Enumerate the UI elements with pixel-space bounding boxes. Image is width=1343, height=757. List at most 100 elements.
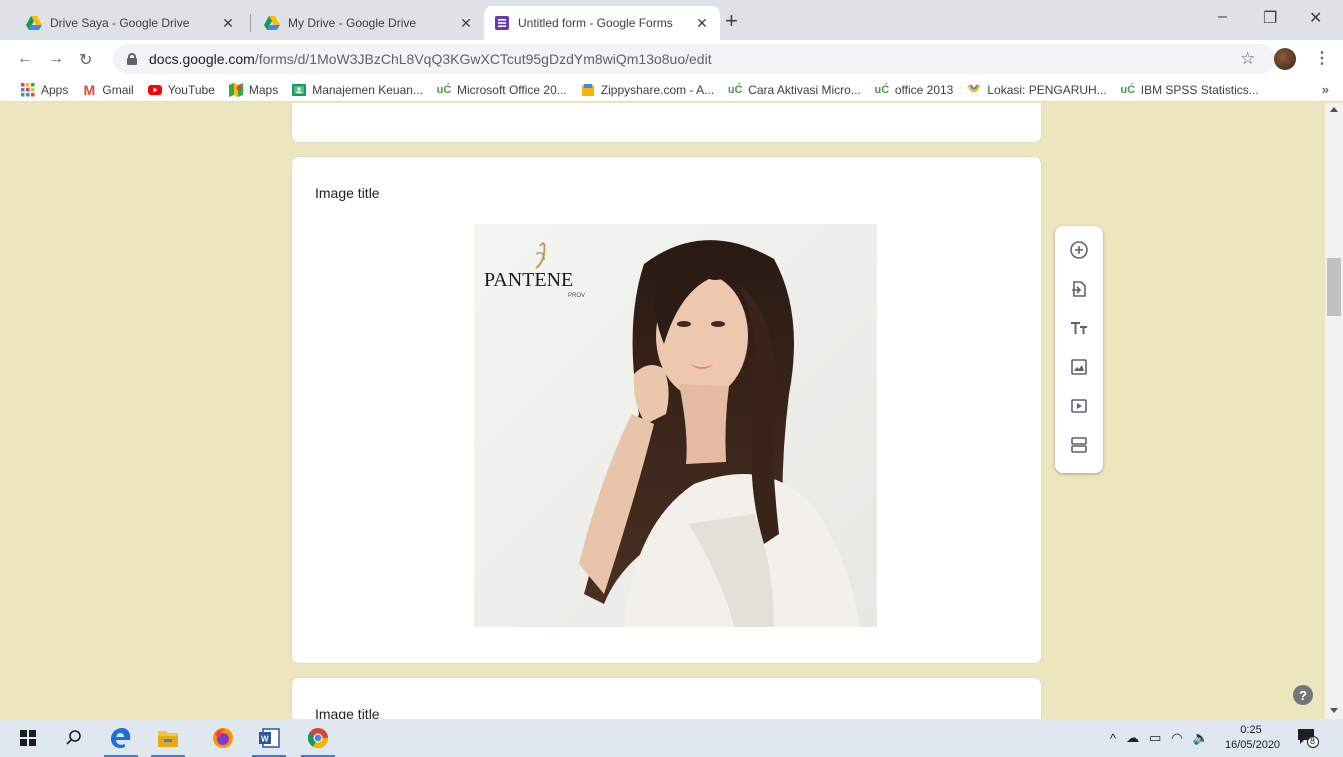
google-drive-icon [26, 16, 42, 30]
scroll-down-arrow[interactable] [1330, 708, 1338, 713]
zippyshare-icon [581, 83, 594, 96]
bookmark-label: Zippyshare.com - A... [600, 82, 715, 97]
browser-toolbar: ← → ↻ docs.google.com/forms/d/1MoW3JBzCh… [0, 40, 1343, 78]
tab-untitled-form[interactable]: Untitled form - Google Forms ✕ [484, 6, 720, 40]
maps-icon [228, 82, 243, 97]
reload-button[interactable]: ↻ [79, 50, 92, 70]
show-hidden-icons-icon[interactable]: ^ [1110, 731, 1116, 746]
word-icon[interactable]: W [256, 725, 282, 751]
uc-icon: uĆ [727, 83, 743, 96]
bookmark-microsoft-office[interactable]: uĆ Microsoft Office 20... [437, 83, 567, 97]
browser-menu-icon[interactable]: ⋮ [1314, 48, 1330, 68]
address-bar[interactable]: docs.google.com/forms/d/1MoW3JBzChL8VqQ3… [113, 44, 1275, 74]
windows-start-icon[interactable] [15, 725, 41, 751]
image-item-title[interactable]: Image title [315, 185, 380, 201]
firefox-icon[interactable] [210, 725, 236, 751]
bookmark-apps[interactable]: Apps [21, 82, 69, 97]
bookmark-manajemen-keuangan[interactable]: Manajemen Keuan... [292, 83, 423, 97]
import-questions-icon[interactable] [1067, 277, 1091, 301]
volume-icon[interactable]: 🔈 [1193, 730, 1209, 746]
bookmark-zippyshare[interactable]: Zippyshare.com - A... [581, 83, 714, 97]
bookmark-label: IBM SPSS Statistics... [1140, 82, 1259, 97]
svg-text:W: W [261, 735, 269, 744]
back-button[interactable]: ← [17, 50, 33, 68]
image-item-title[interactable]: Image title [315, 706, 380, 719]
portrait-image: PANTENE PROV [474, 224, 877, 627]
apps-grid-icon [21, 82, 35, 96]
uc-icon: uĆ [436, 83, 452, 96]
bookmark-label: Lokasi: PENGARUH... [987, 82, 1107, 97]
url-host: docs.google.com [149, 51, 255, 67]
add-title-icon[interactable] [1067, 316, 1091, 340]
system-tray: ^ ☁ ▭ ◠ 🔈 [1110, 719, 1209, 757]
chrome-icon[interactable] [305, 725, 331, 751]
bookmark-label: Microsoft Office 20... [456, 82, 567, 97]
image-item-card[interactable]: Image title [291, 677, 1042, 719]
page-scrollbar[interactable] [1325, 103, 1343, 719]
maximize-button[interactable]: ❐ [1263, 8, 1277, 28]
close-tab-icon[interactable]: ✕ [458, 15, 474, 32]
wifi-icon[interactable]: ◠ [1171, 730, 1182, 746]
bookmark-label: Gmail [102, 82, 134, 97]
scroll-up-arrow[interactable] [1330, 107, 1338, 112]
tab-my-drive[interactable]: My Drive - Google Drive ✕ [254, 6, 484, 40]
classroom-icon [292, 83, 307, 96]
tab-separator [250, 14, 251, 32]
bookmark-label: YouTube [167, 82, 215, 97]
close-window-button[interactable]: ✕ [1309, 8, 1322, 28]
uc-icon: uĆ [874, 83, 890, 96]
bookmark-office-2013[interactable]: uĆ office 2013 [875, 83, 954, 97]
bookmark-star-icon[interactable]: ☆ [1240, 49, 1255, 69]
minimize-button[interactable]: – [1218, 8, 1227, 26]
bookmark-label: office 2013 [894, 82, 954, 97]
brand-logo: PANTENE [484, 269, 573, 291]
bookmark-label: Cara Aktivasi Micro... [748, 82, 861, 97]
bookmark-label: Manajemen Keuan... [312, 82, 423, 97]
image-item-card[interactable]: Image title [291, 156, 1042, 664]
notification-count: 8 [1310, 736, 1316, 746]
add-question-icon[interactable] [1067, 238, 1091, 262]
tab-title: Drive Saya - Google Drive [50, 16, 190, 30]
forward-button[interactable]: → [48, 50, 64, 68]
lokasi-icon [967, 83, 981, 92]
bookmarks-overflow-button[interactable]: » [1322, 82, 1329, 97]
uc-icon: uĆ [1120, 83, 1136, 96]
scrollbar-thumb[interactable] [1327, 258, 1341, 316]
bookmark-lokasi[interactable]: Lokasi: PENGARUH... [967, 82, 1107, 97]
taskbar-clock[interactable]: 0:25 16/05/2020 [1225, 723, 1280, 753]
help-button[interactable]: ? [1293, 685, 1313, 705]
new-tab-button[interactable]: + [725, 10, 738, 32]
add-image-icon[interactable] [1067, 355, 1091, 379]
windows-taskbar: W ^ ☁ ▭ ◠ 🔈 0:25 16/05/2020 8 [0, 719, 1343, 757]
lock-icon [127, 53, 137, 65]
bookmark-ibm-spss[interactable]: uĆ IBM SPSS Statistics... [1120, 82, 1259, 97]
close-tab-icon[interactable]: ✕ [694, 15, 710, 32]
close-tab-icon[interactable]: ✕ [220, 15, 236, 32]
bookmark-youtube[interactable]: YouTube [147, 82, 215, 97]
onedrive-icon[interactable]: ☁ [1126, 730, 1139, 746]
bookmark-label: Maps [248, 82, 279, 97]
gmail-icon: M [83, 81, 96, 98]
form-item-card[interactable] [291, 103, 1042, 143]
bookmark-cara-aktivasi[interactable]: uĆ Cara Aktivasi Micro... [728, 83, 861, 97]
battery-icon[interactable]: ▭ [1149, 730, 1161, 746]
form-editor-canvas: Image title PANTENE PROV Image title ? [0, 103, 1325, 719]
search-icon[interactable] [61, 725, 87, 751]
browser-tab-strip: Drive Saya - Google Drive ✕ My Drive - G… [0, 0, 1343, 40]
add-section-icon[interactable] [1067, 433, 1091, 457]
profile-avatar[interactable] [1274, 48, 1296, 70]
tab-drive-saya[interactable]: Drive Saya - Google Drive ✕ [16, 6, 246, 40]
file-explorer-icon[interactable] [155, 725, 181, 751]
tab-title: Untitled form - Google Forms [518, 16, 673, 30]
edge-icon[interactable] [108, 725, 134, 751]
bookmarks-bar: Apps M Gmail YouTube Maps Manajemen Keua… [0, 78, 1343, 102]
add-video-icon[interactable] [1067, 394, 1091, 418]
bookmark-label: Apps [41, 82, 69, 97]
bookmark-maps[interactable]: Maps [228, 82, 279, 97]
tab-title: My Drive - Google Drive [288, 16, 417, 30]
form-image[interactable]: PANTENE PROV [474, 224, 877, 627]
google-forms-icon [495, 16, 509, 30]
notification-center-icon[interactable]: 8 [1297, 728, 1319, 748]
bookmark-gmail[interactable]: M Gmail [82, 81, 134, 98]
brand-sub: PROV [568, 293, 585, 299]
